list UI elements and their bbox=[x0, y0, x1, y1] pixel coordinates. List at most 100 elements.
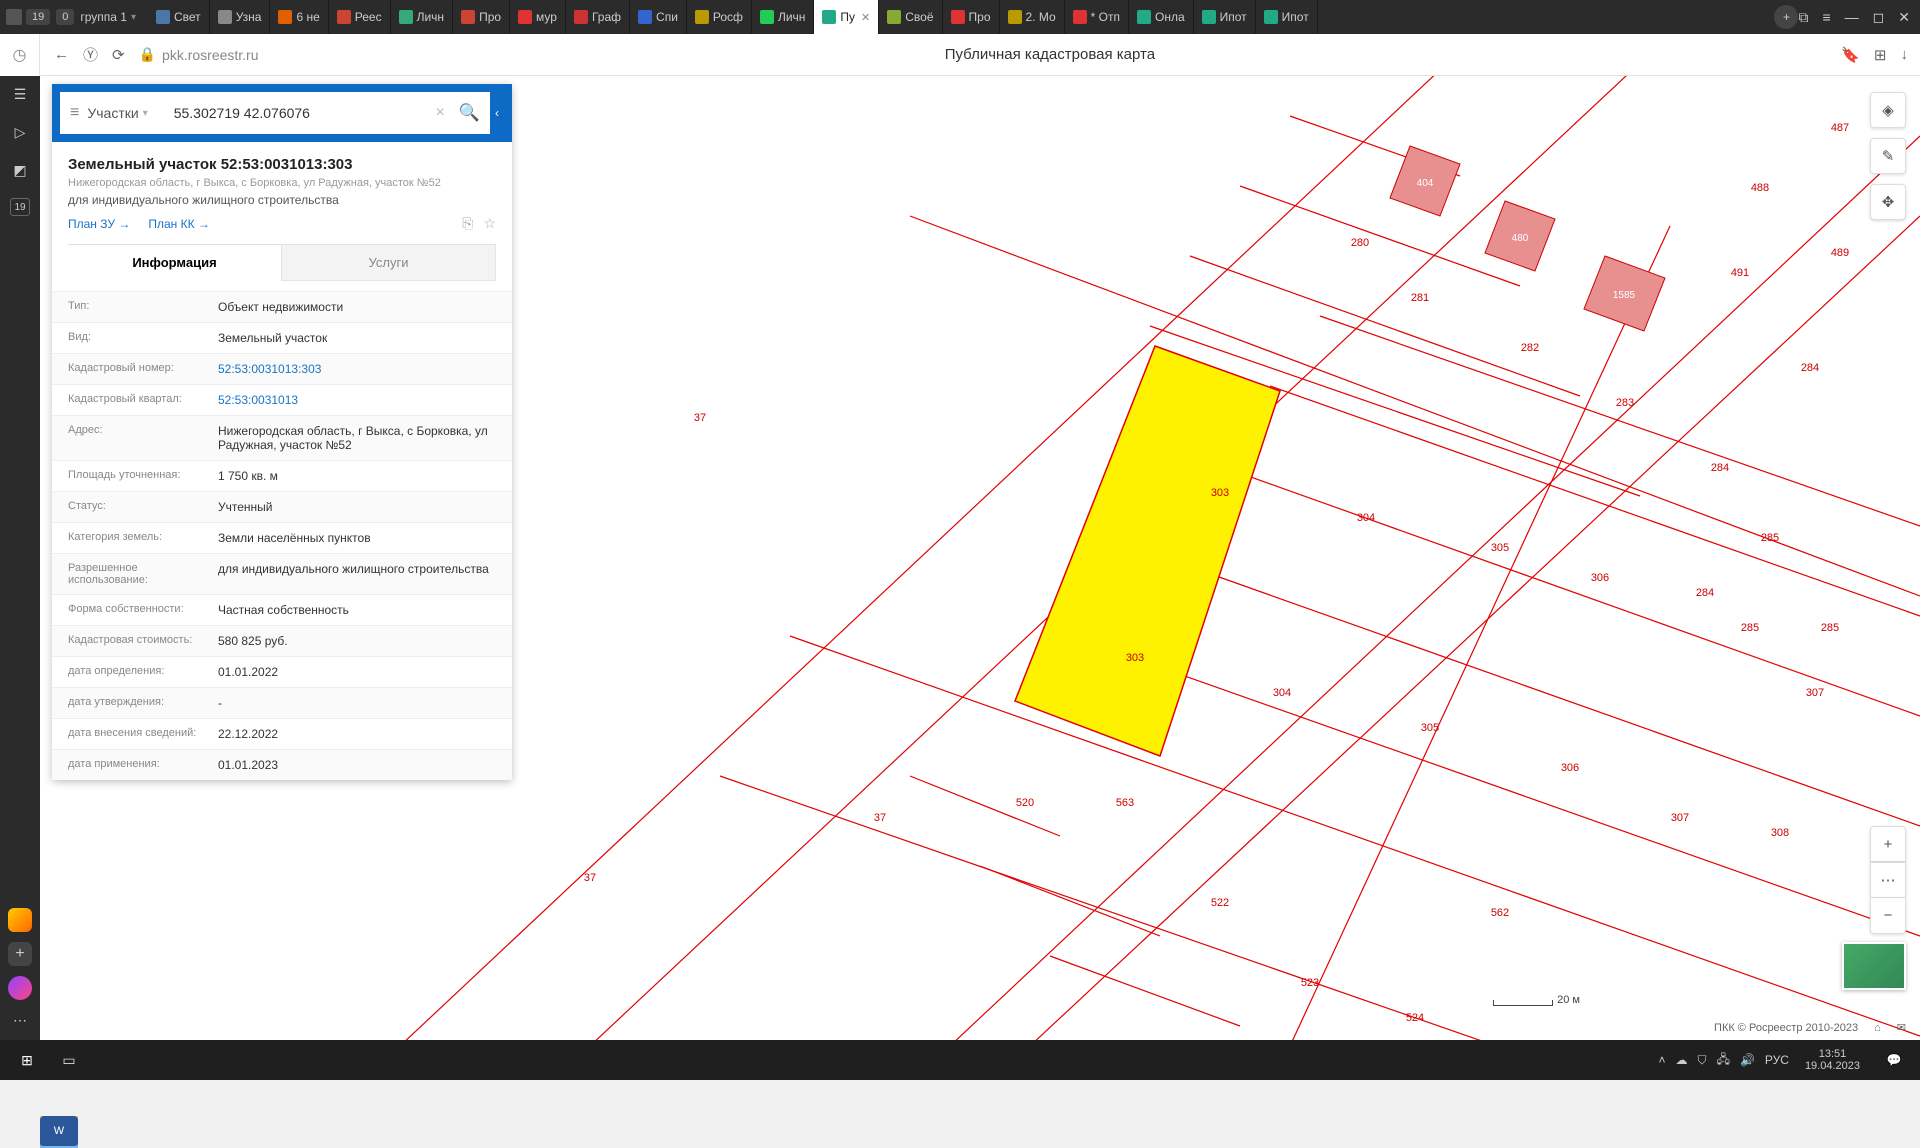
info-row: Вид:Земельный участок bbox=[52, 322, 512, 353]
side-chat-icon[interactable]: ◩ bbox=[10, 160, 30, 180]
search-icon[interactable]: 🔍 bbox=[459, 103, 480, 123]
side-count-icon[interactable]: 19 bbox=[10, 198, 30, 216]
downloads-icon[interactable]: ↓ bbox=[1901, 46, 1909, 64]
browser-tab[interactable]: Пу✕ bbox=[814, 0, 879, 34]
svg-text:304: 304 bbox=[1357, 512, 1375, 524]
info-key: дата утверждения: bbox=[68, 696, 218, 710]
group-label[interactable]: группа 1 bbox=[80, 10, 127, 24]
zoom-out-button[interactable]: − bbox=[1870, 898, 1906, 934]
menu-icon[interactable]: ≡ bbox=[1822, 9, 1830, 25]
tab-info[interactable]: Информация bbox=[68, 244, 281, 281]
scale-label: 20 м bbox=[1557, 994, 1580, 1006]
side-more-icon[interactable]: ⋯ bbox=[10, 1010, 30, 1030]
yandex-box-icon[interactable] bbox=[8, 908, 32, 932]
side-bookmarks-icon[interactable]: ☰ bbox=[10, 84, 30, 104]
tab-label: Про bbox=[479, 10, 501, 24]
menu-icon[interactable]: ≡ bbox=[70, 104, 79, 122]
browser-tab[interactable]: * Отп bbox=[1065, 0, 1129, 34]
minimize-icon[interactable]: — bbox=[1845, 9, 1859, 25]
close-tab-icon[interactable]: ✕ bbox=[861, 11, 870, 24]
browser-tab[interactable]: Про bbox=[943, 0, 1000, 34]
maximize-icon[interactable]: ◻ bbox=[1873, 9, 1885, 26]
mail-icon[interactable]: ✉ bbox=[1897, 1021, 1906, 1034]
locate-icon[interactable]: ✥ bbox=[1870, 184, 1906, 220]
browser-tab[interactable]: Личн bbox=[391, 0, 453, 34]
info-value[interactable]: 52:53:0031013 bbox=[218, 393, 496, 407]
group-caret-icon[interactable]: ▾ bbox=[131, 12, 136, 23]
browser-tab[interactable]: Реес bbox=[329, 0, 391, 34]
svg-text:520: 520 bbox=[1016, 797, 1034, 809]
extensions-icon[interactable]: ⊞ bbox=[1874, 46, 1887, 64]
svg-text:491: 491 bbox=[1731, 267, 1749, 279]
home-icon[interactable]: ⌂ bbox=[1874, 1022, 1881, 1034]
plan-zu-link[interactable]: План ЗУ → bbox=[68, 217, 130, 231]
info-key: Статус: bbox=[68, 500, 218, 514]
word-icon[interactable]: W bbox=[40, 1116, 78, 1148]
browser-tab[interactable]: Граф bbox=[566, 0, 630, 34]
address-bar: ◷ ← Ⓨ ⟳ 🔒 pkk.rosreestr.ru Публичная кад… bbox=[0, 34, 1920, 76]
selected-parcel[interactable] bbox=[1015, 346, 1280, 756]
tray-lang[interactable]: РУС bbox=[1765, 1053, 1789, 1067]
close-window-icon[interactable]: ✕ bbox=[1898, 9, 1910, 26]
tab-label: Онла bbox=[1155, 10, 1185, 24]
browser-tab[interactable]: Узна bbox=[210, 0, 271, 34]
back-icon[interactable]: ← bbox=[54, 46, 69, 63]
new-tab-button[interactable]: + bbox=[1774, 5, 1798, 29]
clock[interactable]: 13:51 19.04.2023 bbox=[1799, 1048, 1866, 1072]
tray-shield-icon[interactable]: ⛉ bbox=[1698, 1053, 1707, 1068]
reload-icon[interactable]: ⟳ bbox=[112, 46, 125, 64]
tab-services[interactable]: Услуги bbox=[281, 244, 496, 281]
info-value: 1 750 кв. м bbox=[218, 469, 496, 483]
svg-text:37: 37 bbox=[584, 872, 596, 884]
browser-tab[interactable]: Росф bbox=[687, 0, 752, 34]
browser-tab[interactable]: Про bbox=[453, 0, 510, 34]
zoom-in-button[interactable]: + bbox=[1870, 826, 1906, 862]
side-play-icon[interactable]: ▷ bbox=[10, 122, 30, 142]
info-value: для индивидуального жилищного строительс… bbox=[218, 562, 496, 586]
tray-volume-icon[interactable]: 🔊 bbox=[1740, 1053, 1755, 1067]
tray-up-icon[interactable]: ˄ bbox=[1659, 1053, 1666, 1067]
info-value[interactable]: 52:53:0031013:303 bbox=[218, 362, 496, 376]
alice-icon[interactable] bbox=[8, 976, 32, 1000]
browser-tab[interactable]: 6 не bbox=[270, 0, 328, 34]
copy-icon[interactable]: ⎘ bbox=[462, 215, 473, 232]
browser-tab[interactable]: Свет bbox=[148, 0, 210, 34]
browser-tab[interactable]: Ипот bbox=[1194, 0, 1256, 34]
copy-tab-icon[interactable]: ⧉ bbox=[1798, 9, 1808, 26]
browser-tab[interactable]: мур bbox=[510, 0, 566, 34]
tab-count-badge[interactable]: 19 bbox=[26, 9, 50, 25]
search-category[interactable]: Участки ▾ bbox=[87, 105, 147, 121]
task-view-icon[interactable]: ▭ bbox=[50, 1044, 88, 1076]
browser-tab[interactable]: Ипот bbox=[1256, 0, 1318, 34]
side-add-icon[interactable]: + bbox=[8, 942, 32, 966]
layers-icon[interactable]: ◈ bbox=[1870, 92, 1906, 128]
sidebar-clock-icon[interactable]: ◷ bbox=[0, 34, 40, 76]
group-badge[interactable]: 0 bbox=[56, 9, 74, 25]
tray-cloud-icon[interactable]: ☁ bbox=[1676, 1053, 1688, 1067]
yandex-icon[interactable]: Ⓨ bbox=[83, 44, 98, 65]
profile-icon[interactable] bbox=[6, 9, 22, 25]
star-icon[interactable]: ☆ bbox=[483, 215, 496, 232]
favicon-icon bbox=[218, 10, 232, 24]
browser-tab[interactable]: Личн bbox=[752, 0, 814, 34]
info-value: 01.01.2022 bbox=[218, 665, 496, 679]
zoom-dots-button[interactable]: ⋯ bbox=[1870, 862, 1906, 898]
search-input[interactable] bbox=[174, 105, 428, 121]
browser-tab[interactable]: Своё bbox=[879, 0, 942, 34]
favicon-icon bbox=[1008, 10, 1022, 24]
plan-kk-link[interactable]: План КК → bbox=[148, 217, 210, 231]
clear-icon[interactable]: × bbox=[435, 104, 444, 122]
tab-label: Свет bbox=[174, 10, 201, 24]
collapse-panel-button[interactable]: ‹ bbox=[490, 106, 504, 120]
info-row: Адрес:Нижегородская область, г Выкса, с … bbox=[52, 415, 512, 460]
url-box[interactable]: 🔒 pkk.rosreestr.ru bbox=[139, 46, 259, 63]
browser-tab[interactable]: Спи bbox=[630, 0, 687, 34]
tray-network-icon[interactable]: 🖧 bbox=[1717, 1050, 1730, 1071]
bookmark-icon[interactable]: 🔖 bbox=[1841, 46, 1860, 64]
browser-tab[interactable]: 2. Мо bbox=[1000, 0, 1065, 34]
measure-icon[interactable]: ✎ bbox=[1870, 138, 1906, 174]
start-button[interactable]: ⊞ bbox=[8, 1044, 46, 1076]
browser-tab[interactable]: Онла bbox=[1129, 0, 1194, 34]
notifications-icon[interactable]: 💬 bbox=[1876, 1044, 1912, 1076]
minimap[interactable] bbox=[1842, 942, 1906, 990]
